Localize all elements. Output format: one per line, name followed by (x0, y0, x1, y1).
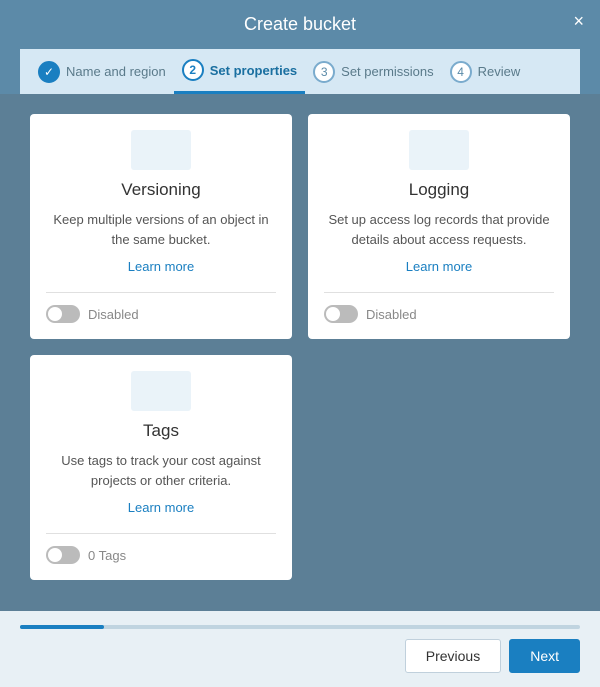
versioning-card: Versioning Keep multiple versions of an … (30, 114, 292, 339)
versioning-toggle[interactable] (46, 305, 80, 323)
logging-toggle[interactable] (324, 305, 358, 323)
tags-divider (46, 533, 276, 534)
footer-buttons: Previous Next (20, 639, 580, 673)
logging-learn-more[interactable]: Learn more (406, 259, 472, 274)
versioning-title: Versioning (121, 180, 200, 200)
close-button[interactable]: × (573, 12, 584, 30)
versioning-icon-area (131, 130, 191, 170)
step-set-permissions[interactable]: 3 Set permissions (305, 51, 441, 93)
step-4-label: Review (478, 64, 521, 79)
step-set-properties[interactable]: 2 Set properties (174, 49, 305, 94)
step-2-circle: 2 (182, 59, 204, 81)
tags-description: Use tags to track your cost against proj… (46, 451, 276, 490)
previous-button[interactable]: Previous (405, 639, 501, 673)
tags-toggle[interactable] (46, 546, 80, 564)
logging-icon-area (409, 130, 469, 170)
logging-description: Set up access log records that provide d… (324, 210, 554, 249)
step-3-circle: 3 (313, 61, 335, 83)
logging-title: Logging (409, 180, 470, 200)
logging-toggle-label: Disabled (366, 307, 417, 322)
tags-toggle-row: 0 Tags (46, 546, 276, 564)
modal-header: Create bucket × ✓ Name and region 2 Set … (0, 0, 600, 94)
logging-divider (324, 292, 554, 293)
step-name-region[interactable]: ✓ Name and region (30, 51, 174, 93)
step-3-label: Set permissions (341, 64, 433, 79)
step-4-circle: 4 (450, 61, 472, 83)
progress-bar-fill (20, 625, 104, 629)
versioning-learn-more[interactable]: Learn more (128, 259, 194, 274)
logging-card: Logging Set up access log records that p… (308, 114, 570, 339)
versioning-toggle-row: Disabled (46, 305, 276, 323)
step-1-circle: ✓ (38, 61, 60, 83)
versioning-toggle-label: Disabled (88, 307, 139, 322)
cards-grid: Versioning Keep multiple versions of an … (30, 114, 570, 580)
tags-toggle-label: 0 Tags (88, 548, 126, 563)
step-1-label: Name and region (66, 64, 166, 79)
tags-title: Tags (143, 421, 179, 441)
progress-bar-container (20, 625, 580, 629)
tags-icon-area (131, 371, 191, 411)
next-button[interactable]: Next (509, 639, 580, 673)
modal-footer: Previous Next (0, 611, 600, 687)
tags-card: Tags Use tags to track your cost against… (30, 355, 292, 580)
steps-bar: ✓ Name and region 2 Set properties 3 Set… (20, 49, 580, 94)
modal-title: Create bucket (244, 14, 356, 35)
step-review[interactable]: 4 Review (442, 51, 570, 93)
tags-learn-more[interactable]: Learn more (128, 500, 194, 515)
modal-body: Versioning Keep multiple versions of an … (0, 94, 600, 611)
logging-toggle-row: Disabled (324, 305, 554, 323)
create-bucket-modal: Create bucket × ✓ Name and region 2 Set … (0, 0, 600, 687)
step-2-label: Set properties (210, 63, 297, 78)
versioning-description: Keep multiple versions of an object in t… (46, 210, 276, 249)
versioning-divider (46, 292, 276, 293)
